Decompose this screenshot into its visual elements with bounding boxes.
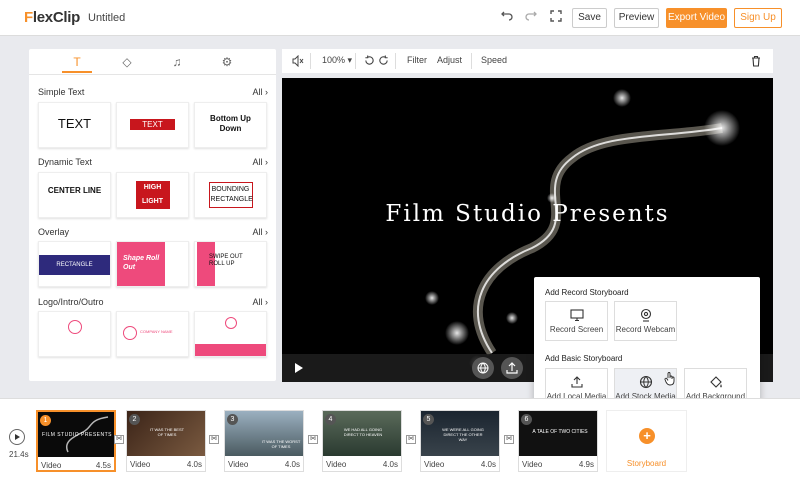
total-duration: 21.4s <box>9 450 29 459</box>
tile-logo-1[interactable] <box>38 311 111 357</box>
paint-bucket-icon <box>709 376 722 388</box>
volume-icon[interactable] <box>292 54 304 70</box>
storyboard-clip-5[interactable]: WE WERE ALL GOING DIRECT THE OTHER WAY 5… <box>420 410 500 472</box>
panel-tabs: T ◇ ♫ ⚙ <box>29 49 276 75</box>
trash-icon[interactable] <box>751 55 761 70</box>
upload-icon <box>570 376 583 388</box>
storyboard-clip-6[interactable]: A TALE OF TWO CITIES 6 Video 4.9s <box>518 410 598 472</box>
text-library-panel: T ◇ ♫ ⚙ Simple Text All › TEXT TEXT Bott… <box>29 49 276 381</box>
top-bar: FlexClip Untitled Save Preview Export Vi… <box>0 0 800 36</box>
preview-toolbar: 100% ▾ Filter Adjust Speed <box>282 49 773 73</box>
save-button[interactable]: Save <box>572 8 607 28</box>
section-title-dynamic-text: Dynamic Text <box>38 157 92 167</box>
play-icon[interactable] <box>294 362 304 377</box>
dynamic-text-all-link[interactable]: All › <box>252 157 268 167</box>
tile-logo-3[interactable] <box>194 311 267 357</box>
record-storyboard-header: Add Record Storyboard <box>545 288 629 297</box>
document-title[interactable]: Untitled <box>88 12 125 24</box>
storyboard-clip-4[interactable]: WE HAD ALL GOING DIRECT TO HEAVEN 4 Vide… <box>322 410 402 472</box>
speed-button[interactable]: Speed <box>481 55 507 65</box>
filter-button[interactable]: Filter <box>407 55 427 65</box>
record-screen-button[interactable]: Record Screen <box>545 301 608 341</box>
tile-simple-text[interactable]: TEXT <box>38 102 111 148</box>
timeline-play-button[interactable] <box>9 429 25 445</box>
storyboard-clip-2[interactable]: IT WAS THE BEST OF TIMES 2 Video 4.0s <box>126 410 206 472</box>
preview-button[interactable]: Preview <box>614 8 659 28</box>
text-icon: T <box>73 55 81 69</box>
export-video-button[interactable]: Export Video <box>666 8 727 28</box>
add-storyboard-button[interactable]: + Storyboard <box>606 410 687 472</box>
rotate-left-icon[interactable] <box>364 55 375 69</box>
section-title-simple-text: Simple Text <box>38 87 85 97</box>
undo-icon[interactable] <box>498 9 516 27</box>
zoom-select[interactable]: 100% ▾ <box>322 55 352 66</box>
tab-settings[interactable]: ⚙ <box>212 53 242 73</box>
upload-icon[interactable] <box>501 357 523 379</box>
video-title-text: Film Studio Presents <box>385 201 670 227</box>
tile-center-line[interactable]: CENTER LINE <box>38 172 111 218</box>
logo-intro-all-link[interactable]: All › <box>252 297 268 307</box>
rotate-right-icon[interactable] <box>378 55 389 69</box>
plus-icon: + <box>639 428 655 444</box>
tile-rectangle-overlay[interactable]: RECTANGLE <box>38 241 111 287</box>
logo-circle-icon <box>123 326 137 340</box>
tile-shape-roll-out[interactable]: Shape Roll Out <box>116 241 189 287</box>
transition-icon[interactable]: ⋈ <box>308 435 318 444</box>
tile-logo-2[interactable]: COMPANY NAME <box>116 311 189 357</box>
fullscreen-icon[interactable] <box>547 9 565 27</box>
tile-high-light[interactable]: HIGH LIGHT <box>116 172 189 218</box>
play-icon <box>15 434 20 440</box>
storyboard-clip-3[interactable]: IT WAS THE WORST OF TIMES 3 Video 4.0s <box>224 410 304 472</box>
storyboard-timeline: 21.4s FILM STUDIO PRESENTS 1 Video 4.5s … <box>0 398 800 488</box>
tile-swipe-out-roll-up[interactable]: SWIPE OUT ROLL UP <box>194 241 267 287</box>
transition-icon[interactable]: ⋈ <box>209 435 219 444</box>
storyboard-clip-1[interactable]: FILM STUDIO PRESENTS 1 Video 4.5s <box>36 410 116 472</box>
redo-icon[interactable] <box>522 9 540 27</box>
tile-bottom-up-down[interactable]: Bottom Up Down <box>194 102 267 148</box>
tile-simple-text-box[interactable]: TEXT <box>116 102 189 148</box>
basic-storyboard-header: Add Basic Storyboard <box>545 354 623 363</box>
language-icon[interactable] <box>472 357 494 379</box>
sign-up-button[interactable]: Sign Up <box>734 8 782 28</box>
globe-icon <box>639 375 652 389</box>
adjust-button[interactable]: Adjust <box>437 55 462 65</box>
tab-elements[interactable]: ◇ <box>112 53 142 73</box>
app-logo[interactable]: FlexClip <box>24 9 80 26</box>
transition-icon[interactable]: ⋈ <box>406 435 416 444</box>
logo-circle-icon <box>67 320 82 334</box>
tab-text[interactable]: T <box>62 53 92 73</box>
tile-bounding-rectangle[interactable]: BOUNDING RECTANGLE <box>194 172 267 218</box>
music-icon: ♫ <box>172 55 182 69</box>
section-title-overlay: Overlay <box>38 227 70 237</box>
tab-music[interactable]: ♫ <box>162 53 192 73</box>
settings-icon: ⚙ <box>221 55 233 69</box>
overlay-all-link[interactable]: All › <box>252 227 268 237</box>
monitor-icon <box>569 309 584 322</box>
record-webcam-button[interactable]: Record Webcam <box>614 301 677 341</box>
transition-icon[interactable]: ⋈ <box>114 435 124 444</box>
logo-circle-icon <box>224 317 237 329</box>
transition-icon[interactable]: ⋈ <box>504 435 514 444</box>
cursor-hand-icon <box>664 372 676 389</box>
simple-text-all-link[interactable]: All › <box>252 87 268 97</box>
elements-icon: ◇ <box>122 55 132 69</box>
section-title-logo-intro-outro: Logo/Intro/Outro <box>38 297 104 307</box>
webcam-icon <box>640 308 651 322</box>
